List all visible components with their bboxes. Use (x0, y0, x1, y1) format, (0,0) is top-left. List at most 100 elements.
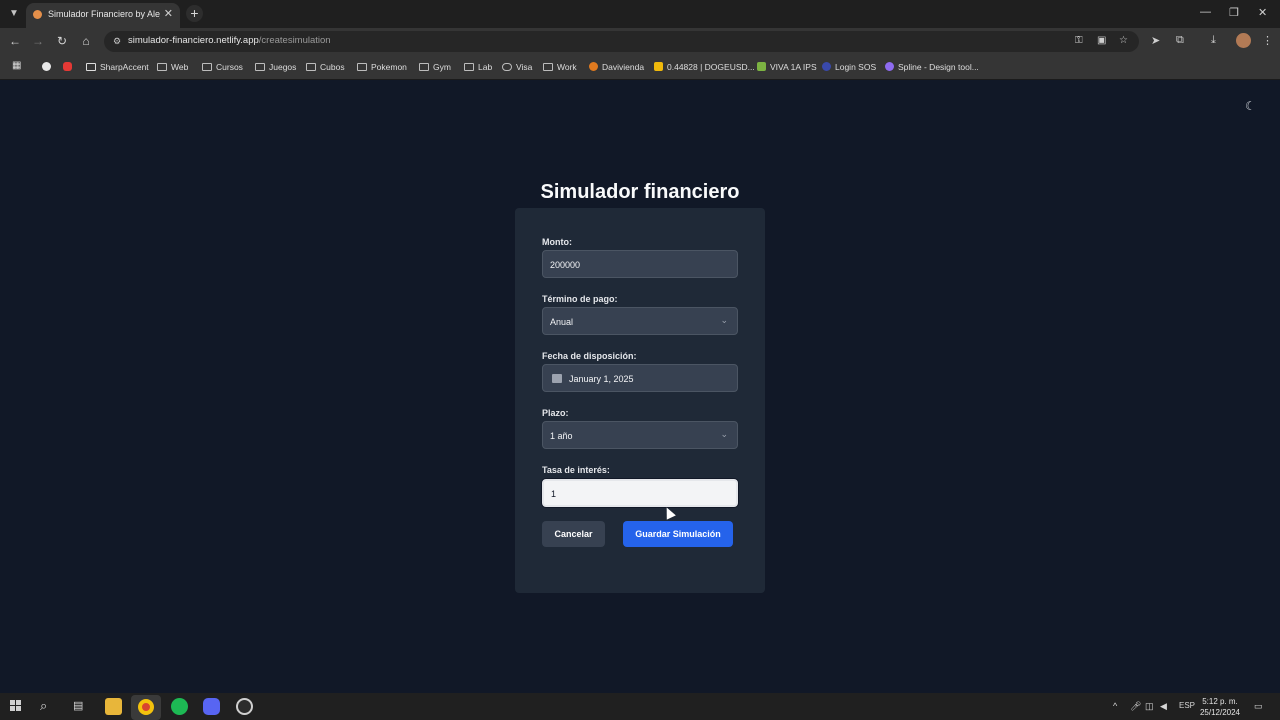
dark-mode-moon-icon[interactable]: ☾ (1245, 99, 1256, 113)
task-view-icon[interactable]: ▤ (73, 699, 83, 712)
reload-icon[interactable]: ↻ (55, 34, 69, 48)
microphone-icon[interactable]: 🎤︎ (1130, 701, 1141, 712)
bookmark-folder-work[interactable]: Work (543, 62, 577, 72)
bookmark-label: Work (557, 62, 577, 72)
minimize-icon[interactable]: — (1200, 6, 1211, 18)
taskbar-chrome-active[interactable] (131, 695, 161, 720)
bookmark-youtube[interactable] (63, 62, 76, 72)
bookmark-label: Spline - Design tool... (898, 62, 979, 72)
simulation-form-card: Monto: 200000 Término de pago: Anual ⌄ Fe… (515, 208, 765, 593)
browser-tab[interactable]: Simulador Financiero by Alejan ✕ (26, 3, 180, 28)
tray-chevron-icon[interactable]: ^ (1113, 701, 1117, 711)
folder-icon (157, 63, 167, 71)
davivienda-icon (589, 62, 598, 71)
url-text: simulador-financiero.netlify.app/creates… (128, 35, 331, 46)
password-key-icon[interactable]: ⚿ (1075, 35, 1083, 46)
binance-icon (654, 62, 663, 71)
bookmark-label: Gym (433, 62, 451, 72)
close-window-icon[interactable]: ✕ (1258, 6, 1267, 19)
bookmark-sharpaccent[interactable]: SharpAccent (86, 62, 149, 72)
clock-date: 25/12/2024 (1199, 708, 1241, 717)
chevron-down-icon: ⌄ (720, 429, 728, 439)
file-explorer-icon[interactable] (105, 698, 122, 715)
windows-start-icon[interactable] (10, 700, 22, 712)
tasa-input[interactable]: 1 (542, 479, 738, 507)
bookmarks-bar: ▦ SharpAccent Web Cursos Juegos Cubos Po… (0, 55, 1280, 80)
chrome-icon (138, 699, 154, 715)
bookmark-label: Web (171, 62, 189, 72)
bookmark-folder-pokemon[interactable]: Pokemon (357, 62, 407, 72)
sos-icon (822, 62, 831, 71)
tasa-label: Tasa de interés: (542, 465, 610, 475)
clock[interactable]: 5:12 p. m. 25/12/2024 (1197, 696, 1243, 718)
bookmark-label: VIVA 1A IPS (770, 62, 817, 72)
forward-icon[interactable]: → (31, 34, 45, 48)
bookmark-dogeusd[interactable]: 0.44828 | DOGEUSD... (654, 62, 755, 72)
save-simulation-button[interactable]: Guardar Simulación (623, 521, 733, 547)
plazo-label: Plazo: (542, 408, 569, 418)
maximize-icon[interactable]: ❐ (1229, 6, 1239, 19)
search-icon[interactable]: ⌕ (40, 698, 47, 714)
site-favicon-icon (33, 10, 42, 19)
calendar-icon (552, 374, 562, 383)
monto-input[interactable]: 200000 (542, 250, 738, 278)
site-info-icon[interactable]: ⚙ (111, 35, 123, 47)
install-app-icon[interactable]: ▣ (1097, 35, 1106, 46)
monto-label: Monto: (542, 237, 572, 247)
bookmark-folder-gym[interactable]: Gym (419, 62, 451, 72)
bookmark-login-sos[interactable]: Login SOS (822, 62, 876, 72)
bookmark-label: Pokemon (371, 62, 407, 72)
tab-search-icon[interactable]: ▼ (6, 6, 22, 22)
fecha-label: Fecha de disposición: (542, 351, 637, 361)
bookmark-folder-cursos[interactable]: Cursos (202, 62, 243, 72)
folder-icon (419, 63, 429, 71)
bookmark-folder-juegos[interactable]: Juegos (255, 62, 296, 72)
bookmark-folder-cubos[interactable]: Cubos (306, 62, 345, 72)
fecha-datepicker[interactable]: January 1, 2025 (542, 364, 738, 392)
back-icon[interactable]: ← (8, 34, 22, 48)
bookmark-google[interactable] (42, 62, 55, 72)
volume-icon[interactable]: ◀︎ (1160, 701, 1167, 712)
bookmark-folder-web[interactable]: Web (157, 62, 188, 72)
address-bar[interactable]: ⚙ simulador-financiero.netlify.app/creat… (104, 31, 1139, 52)
bookmark-label: Lab (478, 62, 493, 72)
youtube-icon (63, 62, 72, 71)
downloads-icon[interactable]: ⤓ (1211, 34, 1216, 47)
extension-send-icon[interactable]: ➤ (1151, 34, 1160, 47)
plazo-select[interactable]: 1 año ⌄ (542, 421, 738, 449)
language-indicator[interactable]: ESP (1179, 701, 1195, 710)
monto-value: 200000 (550, 260, 581, 270)
bookmark-davivienda[interactable]: Davivienda (589, 62, 644, 72)
bookmark-visa[interactable]: Visa (502, 62, 532, 72)
page-viewport: ☾ Simulador financiero Monto: 200000 Tér… (0, 81, 1280, 693)
cancel-button[interactable]: Cancelar (542, 521, 605, 547)
apps-grid-icon[interactable]: ▦ (12, 60, 21, 71)
bookmark-folder-lab[interactable]: Lab (464, 62, 492, 72)
bookmark-label: 0.44828 | DOGEUSD... (667, 62, 755, 72)
browser-menu-icon[interactable]: ⋮ (1262, 34, 1273, 47)
extensions-puzzle-icon[interactable]: ⧉ (1176, 34, 1184, 47)
discord-icon[interactable] (203, 698, 220, 715)
bookmark-star-icon[interactable]: ☆ (1119, 35, 1128, 46)
app-icon[interactable] (236, 698, 253, 715)
termino-select[interactable]: Anual ⌄ (542, 307, 738, 335)
profile-avatar[interactable] (1236, 33, 1251, 48)
chevron-down-icon: ⌄ (720, 315, 728, 325)
notifications-icon[interactable]: ▭ (1254, 701, 1263, 712)
link-icon (502, 63, 512, 71)
bookmark-spline[interactable]: Spline - Design tool... (885, 62, 979, 72)
spotify-icon[interactable] (171, 698, 188, 715)
folder-icon (543, 63, 553, 71)
bookmark-viva[interactable]: VIVA 1A IPS (757, 62, 817, 72)
tab-close-icon[interactable]: ✕ (164, 7, 173, 20)
folder-icon (357, 63, 367, 71)
home-icon[interactable]: ⌂ (79, 34, 93, 48)
bookmark-label: Juegos (269, 62, 297, 72)
fecha-value: January 1, 2025 (569, 374, 634, 384)
windows-taskbar: ⌕ ▤ ^ 🎤︎ ◫ ◀︎ ESP 5:12 p. m. 25/12/2024 ▭ (0, 693, 1280, 720)
new-tab-button[interactable]: + (186, 5, 203, 22)
network-icon[interactable]: ◫ (1145, 701, 1154, 712)
folder-icon (255, 63, 265, 71)
sharpaccent-icon (86, 63, 96, 71)
folder-icon (202, 63, 212, 71)
